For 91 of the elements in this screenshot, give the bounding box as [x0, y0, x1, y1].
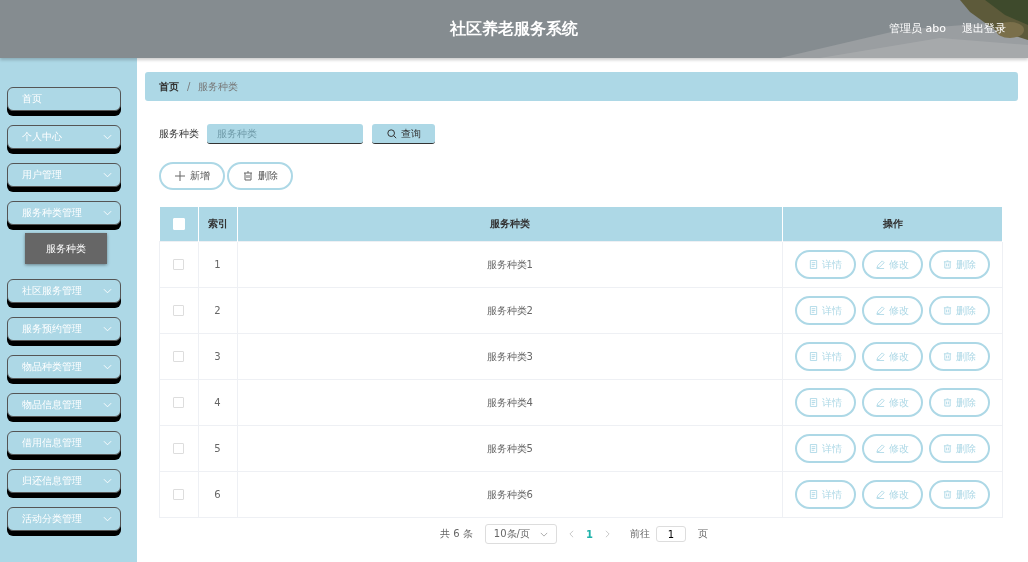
trash-icon — [943, 444, 952, 453]
table-cell: 6 — [198, 471, 237, 518]
table-cell: 2 — [198, 287, 237, 334]
chevron-icon — [103, 440, 112, 446]
app-title: 社区养老服务系统 — [450, 18, 578, 40]
table-cell: 服务种类6 — [237, 471, 783, 518]
page-size-select[interactable]: 10条/页 — [484, 524, 557, 544]
search-label: 服务种类 — [159, 127, 199, 141]
page-number[interactable]: 1 — [585, 528, 593, 540]
search-field[interactable]: 服务种类 — [207, 124, 363, 144]
chevron-icon — [103, 210, 112, 216]
table-header-cell: 服务种类 — [237, 207, 783, 242]
edit-button[interactable]: 修改 — [862, 250, 923, 279]
delete-button[interactable]: 删除 — [929, 342, 990, 371]
edit-button[interactable]: 修改 — [862, 342, 923, 371]
table-cell: 服务种类5 — [237, 425, 783, 472]
delete-button[interactable]: 删除 — [929, 480, 990, 509]
trash-icon — [943, 306, 952, 315]
detail-button[interactable]: 详情 — [795, 388, 856, 417]
total-count: 共 6 条 — [440, 527, 473, 541]
row-checkbox[interactable] — [173, 397, 185, 409]
document-icon — [809, 306, 818, 315]
delete-button[interactable]: 删除 — [929, 388, 990, 417]
trash-icon — [943, 398, 952, 407]
sidebar-subitem[interactable]: 服务种类 — [25, 233, 107, 264]
edit-button[interactable]: 修改 — [862, 388, 923, 417]
trash-icon — [943, 490, 952, 499]
table-cell: 服务种类2 — [237, 287, 783, 334]
search-icon — [386, 128, 397, 139]
pencil-icon — [876, 260, 885, 269]
chevron-icon — [103, 516, 112, 522]
document-icon — [809, 398, 818, 407]
detail-button[interactable]: 详情 — [795, 434, 856, 463]
search-button[interactable]: 查询 — [372, 124, 435, 144]
row-checkbox[interactable] — [173, 259, 185, 271]
document-icon — [809, 490, 818, 499]
edit-button[interactable]: 修改 — [862, 480, 923, 509]
page-suffix: 页 — [697, 527, 708, 541]
delete-button[interactable]: 删除 — [929, 250, 990, 279]
user-name: 管理员 abo — [889, 21, 946, 36]
detail-button[interactable]: 详情 — [795, 296, 856, 325]
delete-button[interactable]: 删除 — [929, 434, 990, 463]
row-checkbox[interactable] — [173, 351, 185, 363]
row-checkbox[interactable] — [173, 305, 185, 317]
breadcrumb-current: 服务种类 — [198, 79, 239, 94]
breadcrumb-link[interactable]: 首页 — [159, 79, 179, 94]
delete-button[interactable]: 删除 — [227, 162, 293, 190]
table-cell: 3 — [198, 333, 237, 380]
table-cell: 服务种类3 — [237, 333, 783, 380]
document-icon — [809, 444, 818, 453]
delete-button[interactable]: 删除 — [929, 296, 990, 325]
trash-icon — [943, 352, 952, 361]
chevron-icon — [103, 134, 112, 140]
add-button[interactable]: 新增 — [159, 162, 225, 190]
pencil-icon — [876, 352, 885, 361]
chevron-icon — [103, 172, 112, 178]
pencil-icon — [876, 398, 885, 407]
row-checkbox[interactable] — [173, 489, 185, 501]
chevron-icon — [103, 326, 112, 332]
breadcrumb-separator: / — [187, 81, 191, 92]
table-cell: 1 — [198, 241, 237, 288]
detail-button[interactable]: 详情 — [795, 250, 856, 279]
select-all-checkbox[interactable] — [172, 218, 185, 230]
next-page-icon[interactable] — [604, 530, 610, 538]
trash-icon — [242, 171, 253, 181]
chevron-icon — [103, 288, 112, 294]
chevron-icon — [103, 402, 112, 408]
document-icon — [809, 260, 818, 269]
table-header-cell: 操作 — [782, 207, 1003, 242]
table-header-cell: 索引 — [198, 207, 237, 242]
trash-icon — [943, 260, 952, 269]
edit-button[interactable]: 修改 — [862, 434, 923, 463]
chevron-icon — [103, 478, 112, 484]
table-cell: 5 — [198, 425, 237, 472]
chevron-icon — [539, 531, 548, 537]
row-checkbox[interactable] — [173, 443, 185, 455]
detail-button[interactable]: 详情 — [795, 480, 856, 509]
pencil-icon — [876, 490, 885, 499]
goto-label: 前往 — [629, 527, 650, 541]
table-cell: 服务种类1 — [237, 241, 783, 288]
prev-page-icon[interactable] — [568, 530, 574, 538]
edit-button[interactable]: 修改 — [862, 296, 923, 325]
plus-icon — [174, 171, 185, 181]
page-input[interactable]: 1 — [655, 526, 686, 542]
document-icon — [809, 352, 818, 361]
table-cell: 4 — [198, 379, 237, 426]
detail-button[interactable]: 详情 — [795, 342, 856, 371]
pencil-icon — [876, 444, 885, 453]
table-cell: 服务种类4 — [237, 379, 783, 426]
chevron-icon — [103, 364, 112, 370]
pencil-icon — [876, 306, 885, 315]
